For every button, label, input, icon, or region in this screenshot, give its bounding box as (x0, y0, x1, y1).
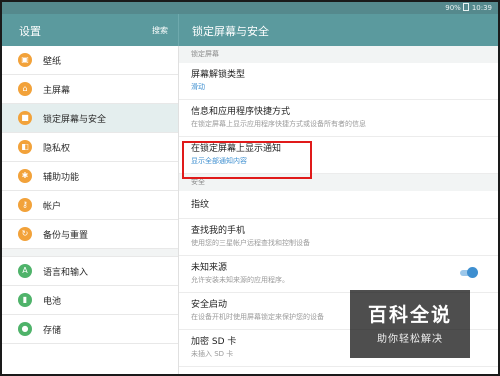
section-header-security: 安全 (179, 174, 498, 191)
setting-description: 在锁定屏幕上显示应用程序快捷方式或设备所有者的信息 (191, 120, 366, 128)
sidebar-item-label: 壁纸 (43, 56, 62, 67)
accessibility-icon: ✱ (18, 169, 32, 183)
privacy-icon: ◧ (18, 140, 32, 154)
setting-fingerprint[interactable]: 指纹 (179, 191, 498, 219)
setting-notifications-on-lock-screen[interactable]: 在锁定屏幕上显示通知 显示全部通知内容 (179, 137, 498, 174)
language-icon: A (18, 264, 32, 278)
sidebar-item-battery[interactable]: ▮ 电池 (2, 286, 178, 315)
sidebar-item-home-screen[interactable]: ⌂ 主屏幕 (2, 75, 178, 104)
clock: 10:39 (471, 4, 492, 12)
sidebar-item-language-input[interactable]: A 语言和输入 (2, 257, 178, 286)
section-header-lock-screen: 锁定屏幕 (179, 46, 498, 63)
home-icon: ⌂ (18, 82, 32, 96)
battery-icon: ▮ (18, 293, 32, 307)
backup-icon: ↻ (18, 227, 32, 241)
setting-screen-lock-type[interactable]: 屏幕解锁类型 滑动 (179, 63, 498, 100)
watermark: 百科全说 助你轻松解决 (350, 290, 470, 358)
status-bar: 90% 10:39 (2, 2, 498, 14)
setting-title: 指纹 (191, 199, 210, 210)
setting-description: 使用您的三星帐户远程查找和控制设备 (191, 239, 310, 247)
page-title: 锁定屏幕与安全 (192, 25, 269, 38)
sidebar-item-backup-reset[interactable]: ↻ 备份与重置 (2, 220, 178, 249)
setting-title: 未知来源 (191, 263, 228, 273)
sidebar-item-label: 辅助功能 (43, 172, 80, 183)
sidebar-item-lock-screen-security[interactable]: ■ 锁定屏幕与安全 (2, 104, 178, 133)
sidebar-item-wallpaper[interactable]: ▣ 壁纸 (2, 46, 178, 75)
sidebar-item-privacy[interactable]: ◧ 隐私权 (2, 133, 178, 162)
toggle-knob (467, 267, 478, 278)
setting-title: 查找我的手机 (191, 226, 246, 236)
setting-find-my-mobile[interactable]: 查找我的手机 使用您的三星帐户远程查找和控制设备 (179, 219, 498, 256)
lock-icon: ■ (18, 111, 32, 125)
sidebar-item-label: 备份与重置 (43, 230, 89, 241)
setting-info-app-shortcuts[interactable]: 信息和应用程序快捷方式 在锁定屏幕上显示应用程序快捷方式或设备所有者的信息 (179, 100, 498, 137)
account-key-icon: ⚷ (18, 198, 32, 212)
settings-title: 设置 (19, 25, 41, 38)
battery-percent: 90% (445, 4, 461, 12)
storage-icon: ● (18, 322, 32, 336)
setting-title: 信息和应用程序快捷方式 (191, 107, 291, 117)
setting-value: 滑动 (191, 83, 205, 91)
sidebar-item-label: 存储 (43, 325, 62, 336)
unknown-sources-toggle[interactable] (460, 267, 478, 278)
search-button[interactable]: 搜索 (152, 25, 168, 36)
sidebar-item-label: 帐户 (43, 201, 62, 212)
sidebar-item-label: 语言和输入 (43, 267, 89, 278)
sidebar-item-label: 主屏幕 (43, 85, 71, 96)
watermark-sub: 助你轻松解决 (377, 334, 443, 345)
setting-description: 允许安装未知来源的应用程序。 (191, 276, 289, 284)
sidebar-item-label: 隐私权 (43, 143, 71, 154)
sidebar-item-accessibility[interactable]: ✱ 辅助功能 (2, 162, 178, 191)
sidebar-item-accounts[interactable]: ⚷ 帐户 (2, 191, 178, 220)
settings-sidebar: ▣ 壁纸 ⌂ 主屏幕 ■ 锁定屏幕与安全 ◧ 隐私权 ✱ 辅助功能 ⚷ 帐户 ↻… (2, 46, 179, 374)
setting-value: 显示全部通知内容 (191, 157, 247, 165)
battery-icon (462, 3, 469, 11)
setting-unknown-sources[interactable]: 未知来源 允许安装未知来源的应用程序。 (179, 256, 498, 293)
sidebar-item-label: 锁定屏幕与安全 (43, 114, 107, 125)
sidebar-group-gap (2, 249, 178, 257)
sidebar-item-storage[interactable]: ● 存储 (2, 315, 178, 344)
tablet-screen: 90% 10:39 设置 搜索 锁定屏幕与安全 ▣ 壁纸 ⌂ 主屏幕 ■ 锁定屏幕… (0, 0, 500, 376)
watermark-main: 百科全说 (367, 304, 452, 326)
app-header: 设置 搜索 锁定屏幕与安全 (2, 14, 498, 46)
header-divider (178, 14, 179, 46)
sidebar-item-label: 电池 (43, 296, 62, 307)
setting-title: 在锁定屏幕上显示通知 (191, 144, 282, 154)
wallpaper-icon: ▣ (18, 53, 32, 67)
setting-title: 屏幕解锁类型 (191, 70, 246, 80)
